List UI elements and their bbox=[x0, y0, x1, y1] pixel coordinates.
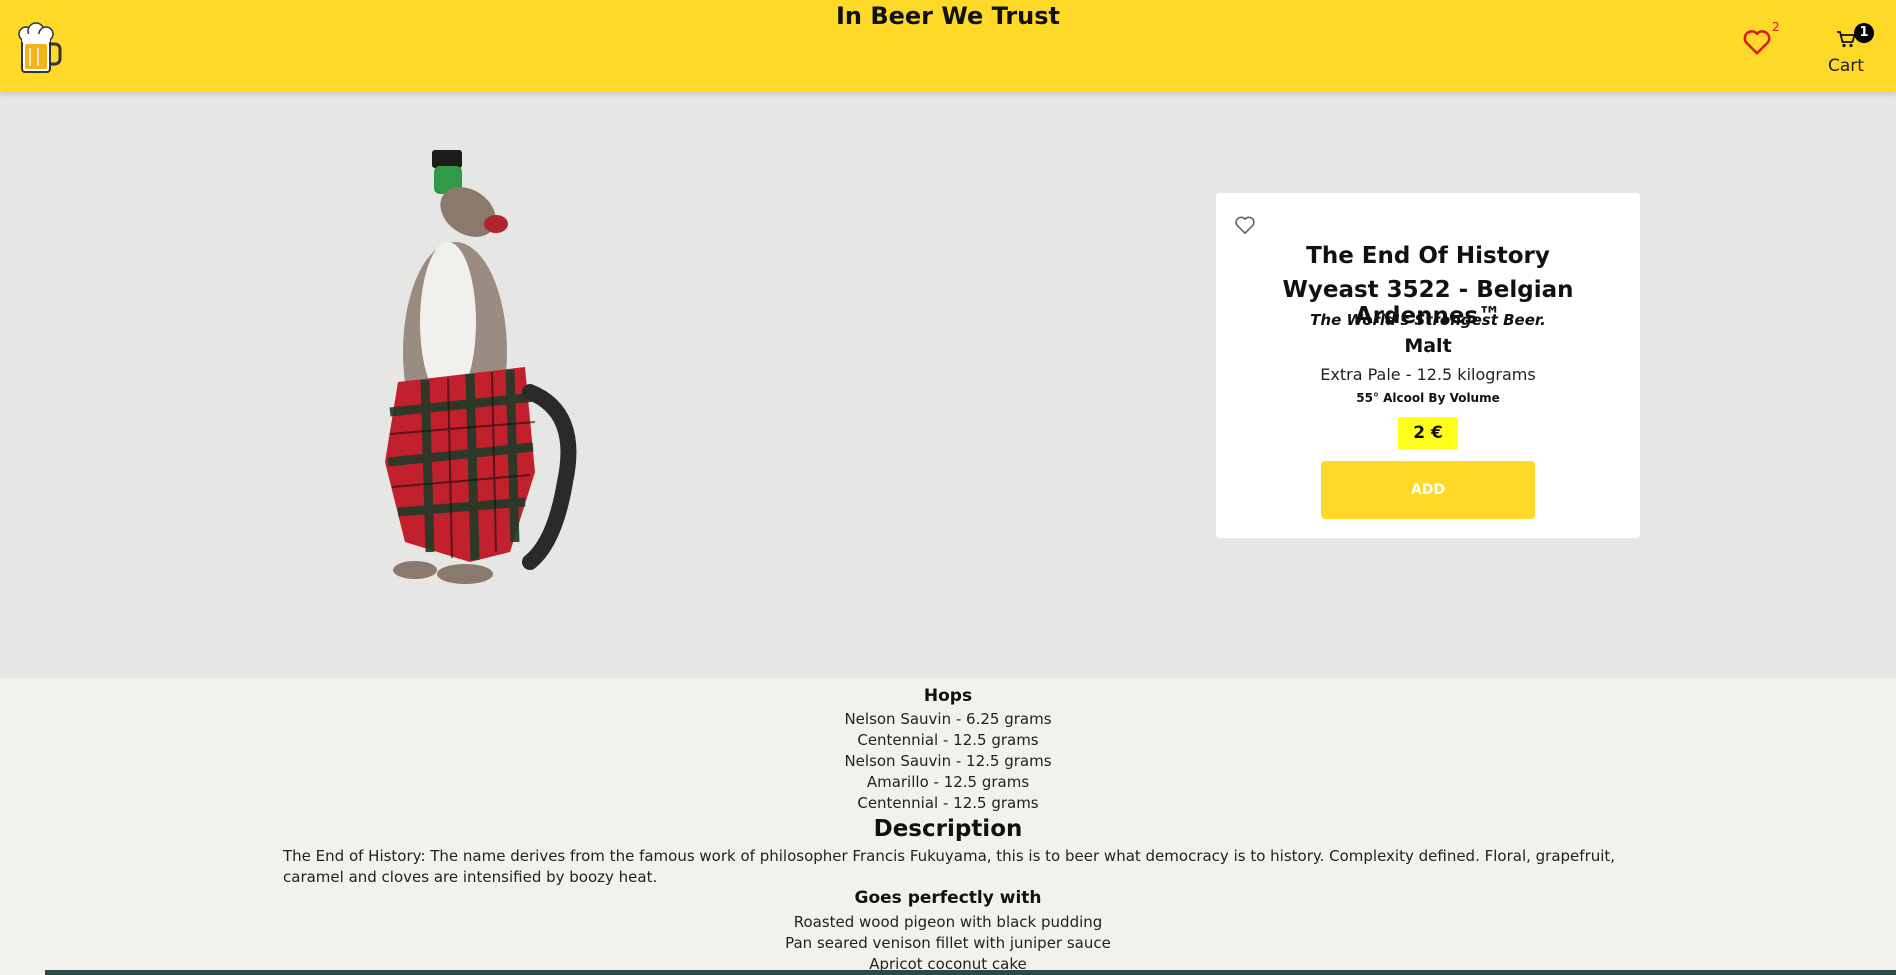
list-item: Pan seared venison fillet with juniper s… bbox=[785, 934, 1111, 952]
cart-button[interactable]: 1 Cart bbox=[1816, 22, 1876, 78]
pairing-list: Roasted wood pigeon with black pudding P… bbox=[0, 912, 1896, 975]
hops-list: Nelson Sauvin - 6.25 grams Centennial - … bbox=[0, 709, 1896, 814]
cart-label: Cart bbox=[1828, 56, 1864, 76]
price-badge: 2 € bbox=[1398, 417, 1458, 449]
cat-bottle-product-image bbox=[350, 142, 600, 602]
cart-count-badge: 1 bbox=[1854, 23, 1874, 43]
favorites-button[interactable]: 2 bbox=[1742, 20, 1782, 64]
list-item: Centennial - 12.5 grams bbox=[857, 794, 1039, 812]
site-title: In Beer We Trust bbox=[835, 2, 1061, 30]
hops-title: Hops bbox=[923, 686, 973, 706]
heart-icon[interactable] bbox=[1234, 215, 1256, 235]
product-hero: The End Of History Wyeast 3522 - Belgian… bbox=[0, 92, 1896, 678]
product-card: The End Of History Wyeast 3522 - Belgian… bbox=[1216, 193, 1640, 538]
bottom-divider bbox=[45, 970, 1896, 975]
product-tagline: The World's Strongest Beer. bbox=[1310, 311, 1546, 329]
list-item: Roasted wood pigeon with black pudding bbox=[793, 913, 1103, 931]
beer-mug-icon[interactable] bbox=[18, 22, 62, 76]
product-details: Hops Nelson Sauvin - 6.25 grams Centenni… bbox=[0, 678, 1896, 975]
cart-icon bbox=[1837, 31, 1856, 48]
favorites-count: 2 bbox=[1772, 20, 1780, 34]
list-item: Nelson Sauvin - 12.5 grams bbox=[844, 752, 1052, 770]
malt-title: Malt bbox=[1404, 335, 1452, 357]
list-item: Amarillo - 12.5 grams bbox=[866, 773, 1030, 791]
description-text: The End of History: The name derives fro… bbox=[283, 847, 1616, 886]
list-item: Centennial - 12.5 grams bbox=[857, 731, 1039, 749]
description-title: Description bbox=[873, 816, 1023, 842]
list-item: Nelson Sauvin - 6.25 grams bbox=[844, 710, 1052, 728]
pairing-title: Goes perfectly with bbox=[854, 888, 1042, 908]
malt-item: Extra Pale - 12.5 kilograms bbox=[1320, 365, 1536, 384]
add-to-cart-button[interactable]: ADD bbox=[1321, 461, 1535, 519]
product-name: The End Of History bbox=[1306, 243, 1550, 269]
top-bar: In Beer We Trust 2 1 Cart bbox=[0, 0, 1896, 92]
heart-icon bbox=[1743, 30, 1771, 55]
abv-label: 55° Alcool By Volume bbox=[1356, 391, 1500, 405]
